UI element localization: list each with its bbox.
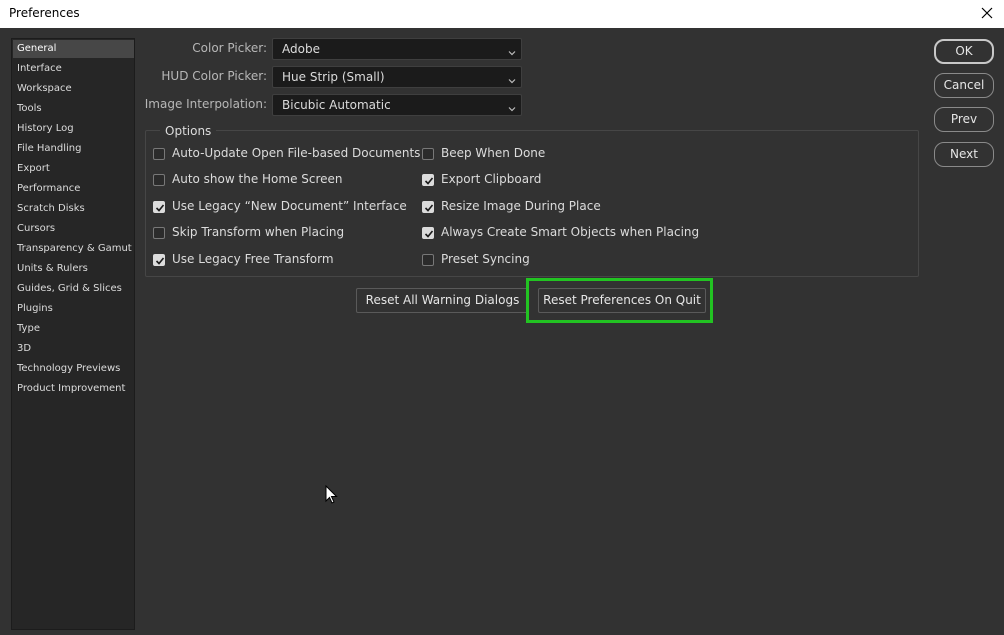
image-interpolation-value: Bicubic Automatic bbox=[282, 98, 391, 112]
options-title: Options bbox=[160, 124, 217, 138]
sidebar-item-cursors[interactable]: Cursors bbox=[13, 220, 134, 238]
auto-show-home-checkbox[interactable] bbox=[153, 174, 165, 186]
resize-image-label: Resize Image During Place bbox=[441, 199, 601, 213]
sidebar-item-performance[interactable]: Performance bbox=[13, 180, 134, 198]
checkmark-icon bbox=[424, 177, 434, 185]
chevron-down-icon bbox=[507, 44, 517, 56]
smart-objects-checkbox[interactable] bbox=[422, 227, 434, 239]
sidebar-item-history-log[interactable]: History Log bbox=[13, 120, 134, 138]
reset-warning-dialogs-button[interactable]: Reset All Warning Dialogs bbox=[356, 288, 529, 313]
checkmark-icon bbox=[155, 257, 165, 265]
preset-syncing-label: Preset Syncing bbox=[441, 252, 530, 266]
smart-objects-label: Always Create Smart Objects when Placing bbox=[441, 225, 700, 239]
checkmark-icon bbox=[155, 204, 165, 212]
skip-transform-label: Skip Transform when Placing bbox=[172, 225, 345, 239]
sidebar-item-plugins[interactable]: Plugins bbox=[13, 300, 134, 318]
legacy-free-transform-checkbox[interactable] bbox=[153, 254, 165, 266]
chevron-down-icon bbox=[507, 72, 517, 84]
legacy-new-document-checkbox[interactable] bbox=[153, 201, 165, 213]
skip-transform-checkbox[interactable] bbox=[153, 227, 165, 239]
close-icon[interactable] bbox=[976, 2, 998, 24]
image-interpolation-label: Image Interpolation: bbox=[144, 97, 267, 111]
preferences-sidebar: General Interface Workspace Tools Histor… bbox=[11, 38, 135, 630]
sidebar-item-tools[interactable]: Tools bbox=[13, 100, 134, 118]
sidebar-item-interface[interactable]: Interface bbox=[13, 60, 134, 78]
sidebar-item-file-handling[interactable]: File Handling bbox=[13, 140, 134, 158]
sidebar-item-type[interactable]: Type bbox=[13, 320, 134, 338]
legacy-free-transform-label: Use Legacy Free Transform bbox=[172, 252, 334, 266]
beep-when-done-checkbox[interactable] bbox=[422, 148, 434, 160]
auto-show-home-label: Auto show the Home Screen bbox=[172, 172, 343, 186]
image-interpolation-select[interactable]: Bicubic Automatic bbox=[272, 94, 522, 116]
color-picker-label: Color Picker: bbox=[192, 41, 267, 55]
ok-button[interactable]: OK bbox=[934, 39, 994, 64]
beep-when-done-label: Beep When Done bbox=[441, 146, 546, 160]
legacy-new-document-label: Use Legacy “New Document” Interface bbox=[172, 199, 407, 213]
sidebar-item-units-rulers[interactable]: Units & Rulers bbox=[13, 260, 134, 278]
export-clipboard-label: Export Clipboard bbox=[441, 172, 542, 186]
sidebar-item-scratch-disks[interactable]: Scratch Disks bbox=[13, 200, 134, 218]
cancel-button[interactable]: Cancel bbox=[934, 73, 994, 98]
preset-syncing-checkbox[interactable] bbox=[422, 254, 434, 266]
next-button[interactable]: Next bbox=[934, 142, 994, 167]
checkmark-icon bbox=[424, 204, 434, 212]
auto-update-label: Auto-Update Open File-based Documents bbox=[172, 146, 421, 160]
resize-image-checkbox[interactable] bbox=[422, 201, 434, 213]
hud-color-picker-select[interactable]: Hue Strip (Small) bbox=[272, 66, 522, 88]
sidebar-item-transparency-gamut[interactable]: Transparency & Gamut bbox=[13, 240, 134, 258]
prev-button[interactable]: Prev bbox=[934, 107, 994, 132]
highlight-box bbox=[526, 278, 713, 323]
color-picker-select[interactable]: Adobe bbox=[272, 38, 522, 60]
window-title: Preferences bbox=[9, 6, 80, 20]
color-picker-value: Adobe bbox=[282, 42, 320, 56]
chevron-down-icon bbox=[507, 100, 517, 112]
sidebar-item-workspace[interactable]: Workspace bbox=[13, 80, 134, 98]
checkmark-icon bbox=[424, 230, 434, 238]
title-bar: Preferences bbox=[0, 0, 1004, 28]
sidebar-item-product-improvement[interactable]: Product Improvement bbox=[13, 380, 134, 398]
sidebar-item-technology-previews[interactable]: Technology Previews bbox=[13, 360, 134, 378]
hud-color-picker-value: Hue Strip (Small) bbox=[282, 70, 385, 84]
mouse-pointer-icon bbox=[325, 484, 339, 505]
sidebar-item-general[interactable]: General bbox=[13, 40, 134, 58]
sidebar-item-export[interactable]: Export bbox=[13, 160, 134, 178]
sidebar-item-3d[interactable]: 3D bbox=[13, 340, 134, 358]
auto-update-checkbox[interactable] bbox=[153, 148, 165, 160]
sidebar-item-guides-grid-slices[interactable]: Guides, Grid & Slices bbox=[13, 280, 134, 298]
export-clipboard-checkbox[interactable] bbox=[422, 174, 434, 186]
hud-color-picker-label: HUD Color Picker: bbox=[161, 69, 267, 83]
